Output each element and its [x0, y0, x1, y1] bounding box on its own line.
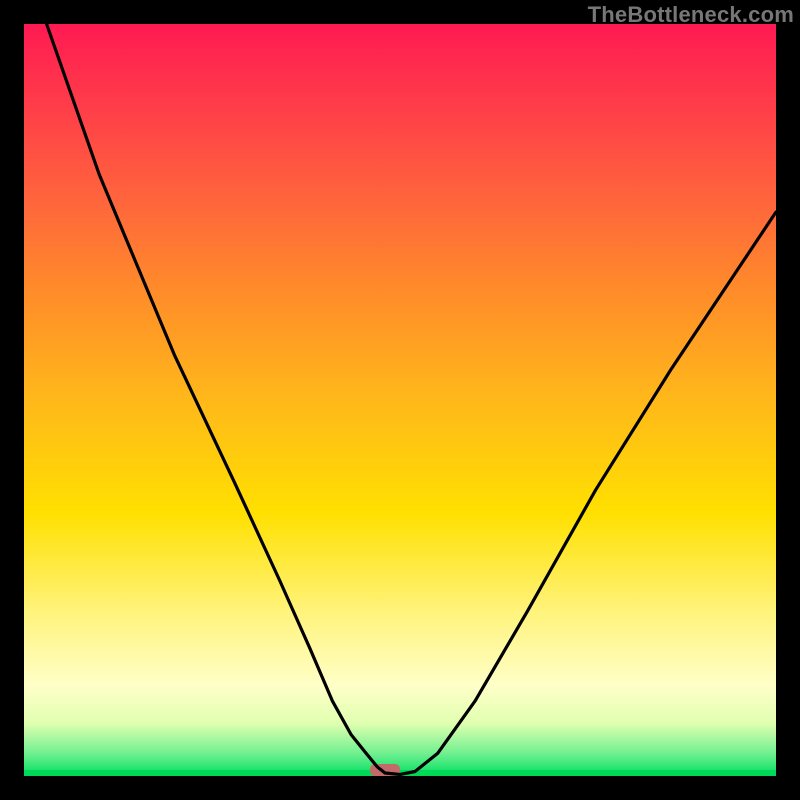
- bottleneck-curve: [47, 24, 776, 775]
- chart-svg: [24, 24, 776, 776]
- chart-frame: TheBottleneck.com: [0, 0, 800, 800]
- chart-plot-area: [24, 24, 776, 776]
- watermark-text: TheBottleneck.com: [588, 2, 794, 28]
